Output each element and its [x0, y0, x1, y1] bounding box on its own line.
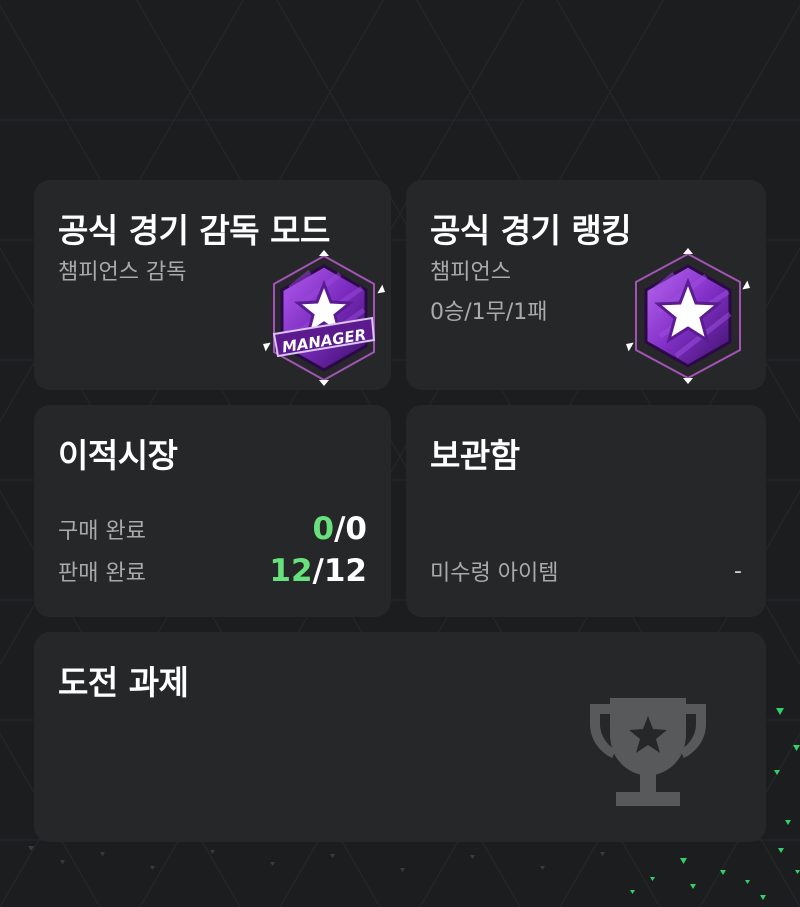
- transfer-market-title: 이적시장: [58, 436, 178, 475]
- transfer-market-card[interactable]: 이적시장 구매 완료 0/0 판매 완료 12/12: [34, 405, 391, 617]
- purchase-completed-value: 0/0: [312, 511, 367, 547]
- ranking-record: 0승/1무/1패: [430, 300, 548, 325]
- storage-title: 보관함: [430, 436, 520, 475]
- unclaimed-items-row: 미수령 아이템 -: [430, 553, 742, 589]
- sale-completed-label: 판매 완료: [58, 561, 146, 586]
- unclaimed-items-value: -: [734, 558, 742, 584]
- challenges-card[interactable]: 도전 과제: [34, 632, 766, 842]
- sale-completed-row: 판매 완료 12/12: [58, 553, 367, 589]
- sale-completed-value: 12/12: [269, 553, 367, 589]
- manager-mode-subtitle: 챔피언스 감독: [58, 260, 187, 285]
- purchase-completed-label: 구매 완료: [58, 519, 146, 544]
- ranking-card[interactable]: 공식 경기 랭킹 챔피언스 0승/1무/1패: [406, 180, 766, 390]
- challenges-title: 도전 과제: [58, 663, 189, 702]
- manager-mode-card[interactable]: 공식 경기 감독 모드 챔피언스 감독 MANAGER: [34, 180, 391, 390]
- champion-star-badge-icon: [620, 248, 756, 384]
- trophy-icon: [590, 698, 706, 806]
- unclaimed-items-label: 미수령 아이템: [430, 561, 559, 586]
- manager-mode-title: 공식 경기 감독 모드: [58, 211, 330, 250]
- manager-star-badge-icon: MANAGER: [252, 250, 391, 386]
- storage-card[interactable]: 보관함 미수령 아이템 -: [406, 405, 766, 617]
- purchase-completed-row: 구매 완료 0/0: [58, 511, 367, 547]
- ranking-subtitle: 챔피언스: [430, 260, 511, 285]
- ranking-title: 공식 경기 랭킹: [430, 211, 632, 250]
